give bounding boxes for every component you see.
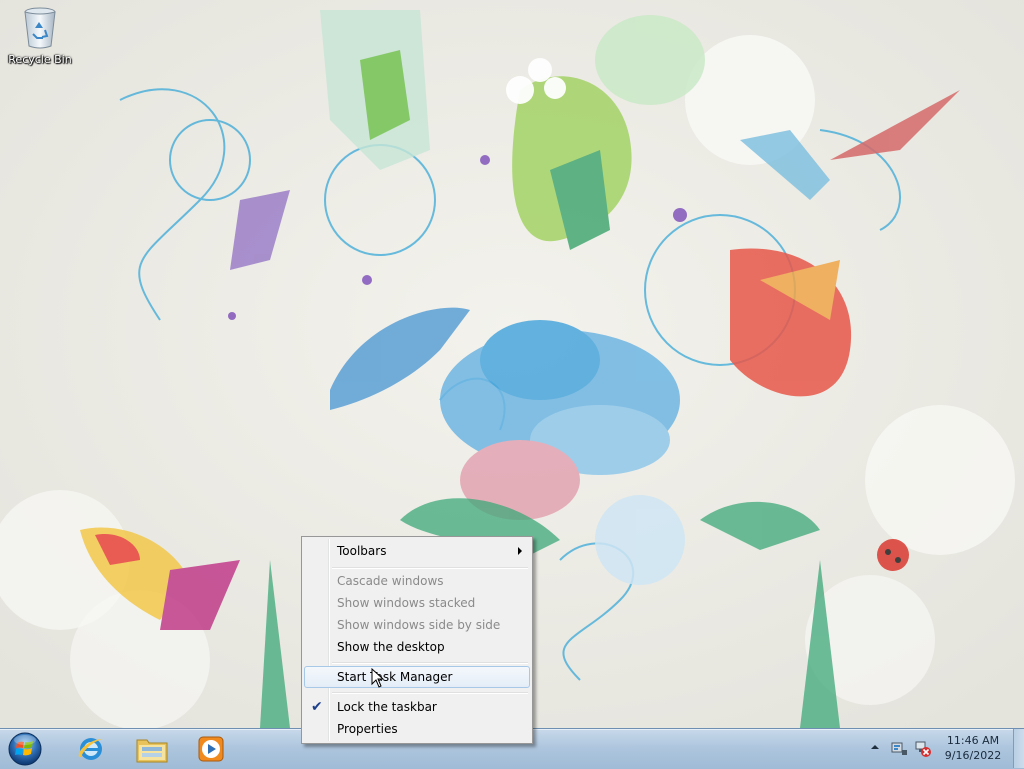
windows-explorer-icon [136,739,168,763]
taskbar-windows-media-player[interactable] [184,730,238,767]
taskbar-internet-explorer[interactable] [64,730,118,767]
menu-item-label: Lock the taskbar [337,700,437,714]
menu-item-properties[interactable]: Properties [304,718,530,740]
menu-item-show-the-desktop[interactable]: Show the desktop [304,636,530,658]
menu-item-lock-the-taskbar[interactable]: ✔ Lock the taskbar [304,696,530,718]
windows-media-player-icon [198,736,224,762]
mouse-pointer-icon [371,668,385,688]
network-disconnected-icon[interactable] [914,740,932,758]
clock-time: 11:46 AM [946,734,1000,747]
show-hidden-icons-arrow[interactable] [870,742,880,752]
menu-separator [332,567,528,569]
menu-item-label: Start Task Manager [337,670,453,684]
menu-item-show-windows-side-by-side: Show windows side by side [304,614,530,636]
menu-item-start-task-manager[interactable]: Start Task Manager [304,666,530,688]
checkmark-icon: ✔ [311,699,323,715]
recycle-bin-label: Recycle Bin [8,53,72,66]
recycle-bin-icon [24,7,56,49]
start-button[interactable] [6,731,44,767]
menu-item-show-windows-stacked: Show windows stacked [304,592,530,614]
menu-separator [332,692,528,694]
menu-item-toolbars[interactable]: Toolbars [304,540,530,562]
menu-item-cascade-windows: Cascade windows [304,570,530,592]
menu-item-label: Cascade windows [337,574,444,588]
menu-item-label: Show windows stacked [337,596,476,610]
recycle-bin-shortcut[interactable]: Recycle Bin [4,4,76,74]
menu-item-label: Show the desktop [337,640,445,654]
menu-item-label: Properties [337,722,398,736]
internet-explorer-icon [78,738,103,760]
menu-separator [332,662,528,664]
submenu-arrow-icon [518,547,522,555]
taskbar-clock[interactable]: 11:46 AM 9/16/2022 [936,733,1010,763]
action-center-flag-icon[interactable] [890,740,908,756]
menu-item-label: Toolbars [337,544,387,558]
menu-item-label: Show windows side by side [337,618,501,632]
taskbar-windows-explorer[interactable] [124,730,178,767]
clock-date: 9/16/2022 [944,749,1002,762]
show-desktop-button[interactable] [1013,729,1024,768]
taskbar-context-menu: Toolbars Cascade windows Show windows st… [301,536,533,744]
